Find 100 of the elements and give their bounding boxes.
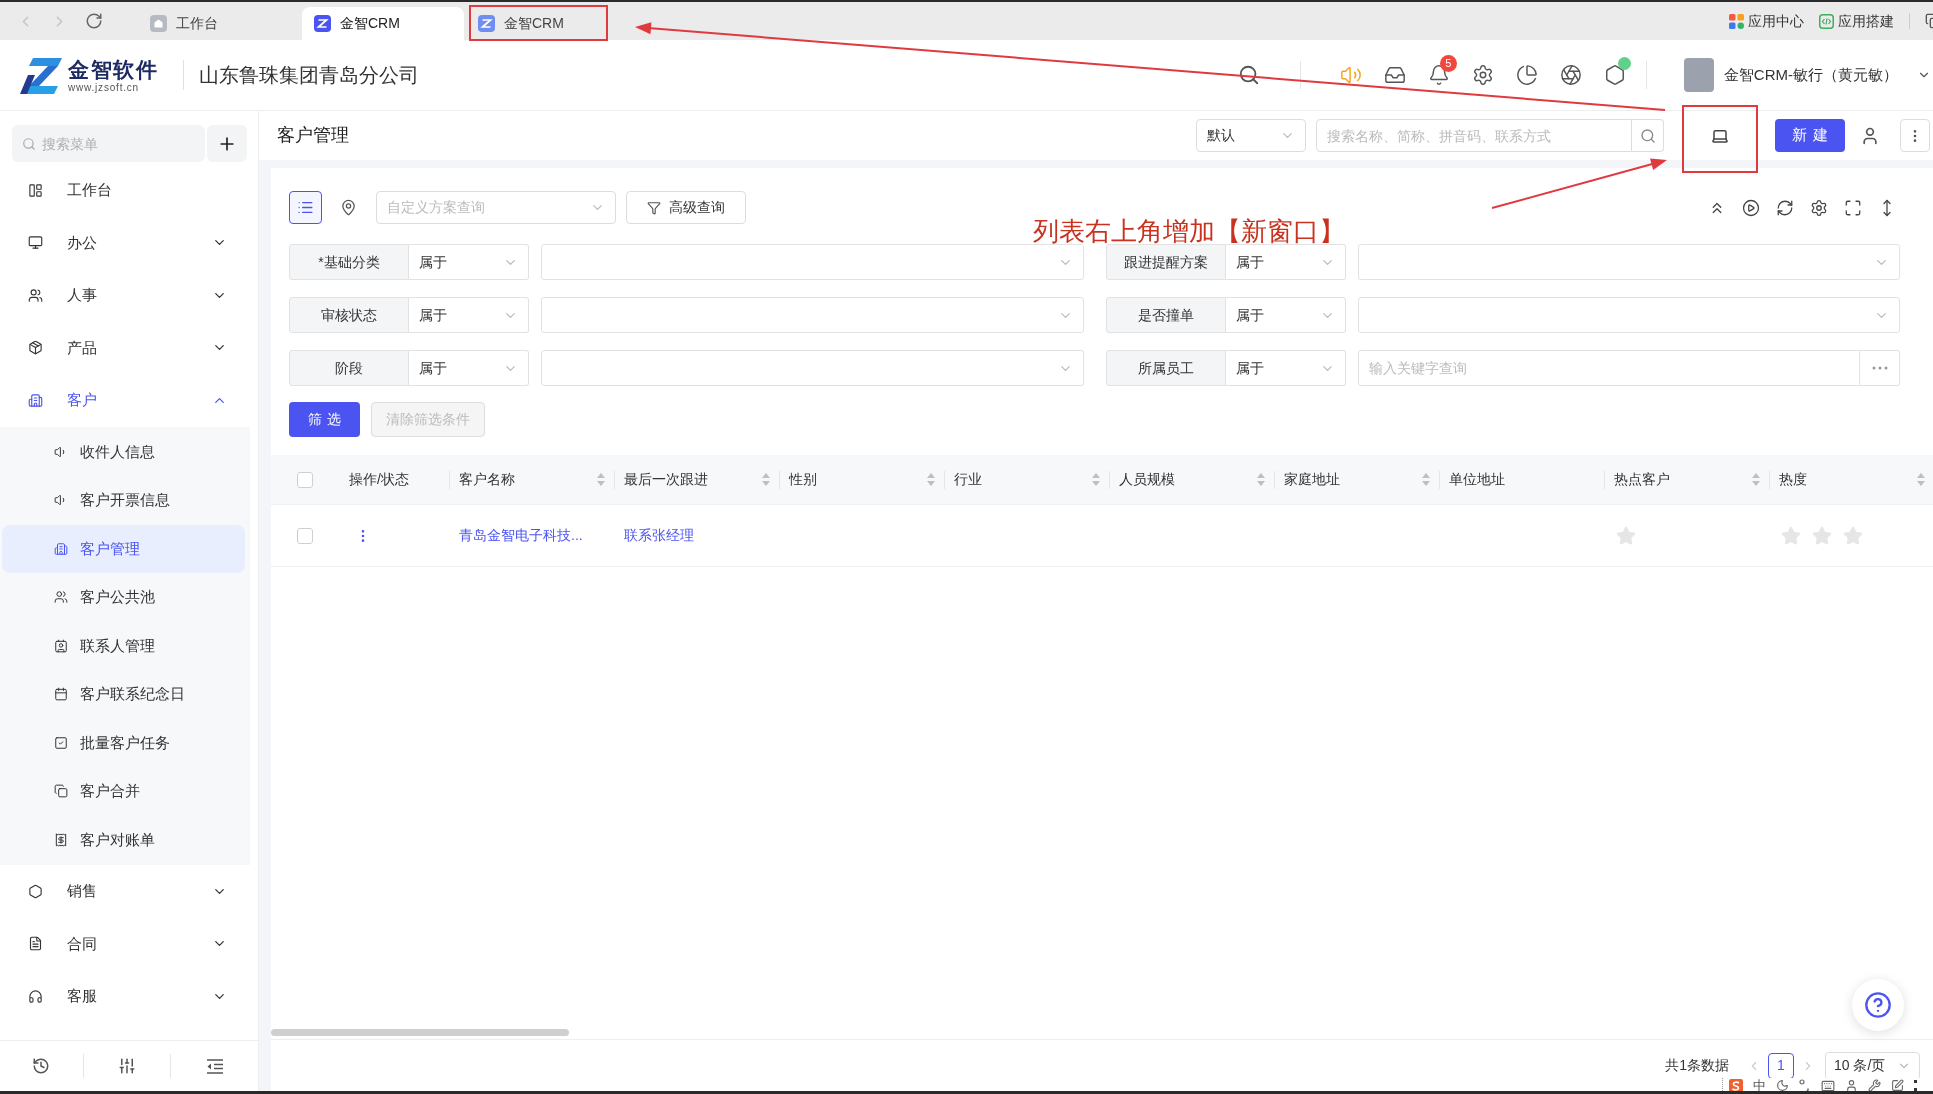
collapse-menu-icon[interactable] xyxy=(205,1058,224,1074)
reload-icon[interactable] xyxy=(85,12,103,30)
checkbox[interactable] xyxy=(297,527,313,544)
operator-select[interactable]: 属于 xyxy=(1225,350,1346,386)
operator-select[interactable]: 属于 xyxy=(409,350,529,386)
user-icon[interactable] xyxy=(1845,1079,1858,1091)
refresh-icon[interactable] xyxy=(1776,198,1794,217)
submenu-item[interactable]: 客户开票信息 xyxy=(2,476,245,525)
filter-label: 是否撞单 xyxy=(1105,297,1226,333)
grip-icon[interactable] xyxy=(1914,1080,1917,1091)
filter-label: *基础分类 xyxy=(289,244,409,280)
checkbox[interactable] xyxy=(297,471,313,488)
search-button[interactable] xyxy=(1632,119,1664,152)
column-header[interactable]: 性别 xyxy=(780,455,945,504)
filter-label: 阶段 xyxy=(289,350,409,386)
app-link[interactable]: 应用中心 xyxy=(1729,10,1804,32)
browser-tab[interactable]: 金智CRM xyxy=(466,7,628,40)
column-header[interactable]: 最后一次跟进 xyxy=(615,455,780,504)
user-name[interactable]: 金智CRM-敏行（黄元敏） xyxy=(1723,63,1898,87)
keyboard-icon[interactable] xyxy=(1821,1078,1835,1091)
settings-icon[interactable] xyxy=(1471,64,1494,86)
company-name: 山东鲁珠集团青岛分公司 xyxy=(199,63,419,88)
filter-icon xyxy=(647,200,661,215)
operator-select[interactable]: 属于 xyxy=(1225,244,1346,280)
customer-link[interactable]: 青岛金智电子科技... xyxy=(459,525,583,546)
advanced-search-button[interactable]: 高级查询 xyxy=(626,191,746,224)
column-header[interactable]: 行业 xyxy=(945,455,1110,504)
view-mode-button[interactable] xyxy=(289,191,322,224)
operator-select[interactable]: 属于 xyxy=(409,297,529,333)
logo-url: www.jzsoft.cn xyxy=(68,81,140,94)
speaker-icon[interactable] xyxy=(1339,64,1362,86)
star-icon[interactable] xyxy=(1616,525,1636,546)
app-logo-icon xyxy=(314,15,331,32)
list-icon xyxy=(297,199,314,216)
menu-item[interactable]: 工作台 xyxy=(0,164,258,217)
document-icon xyxy=(28,936,43,952)
help-icon xyxy=(1864,991,1892,1019)
hexagon-icon[interactable] xyxy=(1603,64,1626,86)
new-button[interactable]: 新建 xyxy=(1775,119,1845,152)
filter-label: 审核状态 xyxy=(289,297,409,333)
browser-tab[interactable]: 金智CRM xyxy=(302,7,464,40)
avatar-placeholder[interactable] xyxy=(1683,58,1714,92)
submenu-item[interactable]: 客户管理 xyxy=(2,524,245,573)
star-rating[interactable] xyxy=(1781,525,1863,546)
menu-item[interactable]: 客服 xyxy=(0,970,258,1023)
app-link[interactable]: 应用搭建 xyxy=(1819,10,1894,32)
filter-button[interactable]: 筛选 xyxy=(289,402,360,437)
submenu-item[interactable]: 收件人信息 xyxy=(2,427,245,476)
column-header[interactable]: 热点客户 xyxy=(1605,455,1770,504)
input-mode-label[interactable]: 中 xyxy=(1753,1078,1766,1091)
horizontal-scrollbar[interactable] xyxy=(271,1029,569,1036)
fullscreen-icon[interactable] xyxy=(1844,198,1862,217)
box-icon xyxy=(28,340,43,356)
app-grid-icon[interactable] xyxy=(1729,13,1744,29)
menu-item[interactable]: 客户 xyxy=(0,374,258,427)
wrench-icon[interactable] xyxy=(1868,1079,1881,1091)
play-icon[interactable] xyxy=(1742,198,1760,217)
logo-icon[interactable] xyxy=(1729,1078,1743,1091)
view-select[interactable]: 默认 xyxy=(1196,119,1306,152)
menu-search-field[interactable]: 搜索菜单 xyxy=(12,125,205,162)
menu-item[interactable]: 销售 xyxy=(0,865,258,918)
submenu-item[interactable]: 客户对账单 xyxy=(2,815,245,864)
browser-tab[interactable]: 工作台 xyxy=(138,7,300,40)
sliders-icon[interactable] xyxy=(118,1057,136,1075)
submenu-item[interactable]: 客户联系纪念日 xyxy=(2,670,245,719)
search-icon[interactable] xyxy=(1237,64,1260,86)
keyword-field[interactable]: 输入关键字查询 xyxy=(1357,350,1860,386)
user-icon[interactable] xyxy=(1860,125,1880,146)
map-pin-icon xyxy=(340,199,357,216)
follow-up-link[interactable]: 联系张经理 xyxy=(624,525,694,546)
history-icon[interactable] xyxy=(32,1057,51,1075)
moon-icon[interactable] xyxy=(1776,1079,1789,1091)
submenu-item[interactable]: 批量客户任务 xyxy=(2,718,245,767)
pie-chart-icon[interactable] xyxy=(1515,64,1538,86)
menu-item[interactable]: 人事 xyxy=(0,269,258,322)
hexagon-icon xyxy=(28,883,43,899)
edit-icon[interactable] xyxy=(1891,1079,1904,1091)
menu-item[interactable]: 产品 xyxy=(0,321,258,374)
star-icon[interactable] xyxy=(1781,525,1801,546)
submenu-item[interactable]: 客户公共池 xyxy=(2,573,245,622)
search-field[interactable]: 搜索名称、简称、拼音码、联系方式 xyxy=(1316,119,1632,152)
column-header[interactable]: 家庭地址 xyxy=(1275,455,1440,504)
aperture-icon[interactable] xyxy=(1559,64,1582,86)
submenu-item[interactable]: 客户合并 xyxy=(2,767,245,816)
star-icon[interactable] xyxy=(1843,525,1863,546)
inbox-icon[interactable] xyxy=(1383,64,1406,86)
settings-icon[interactable] xyxy=(1810,198,1828,217)
punctuation-icon[interactable] xyxy=(1799,1079,1811,1091)
column-header[interactable]: 热度 xyxy=(1770,455,1933,504)
logo-text: 金智软件 xyxy=(68,56,158,82)
column-header[interactable]: 人员规模 xyxy=(1110,455,1275,504)
menu-item[interactable]: 办公 xyxy=(0,216,258,269)
operator-select[interactable]: 属于 xyxy=(409,244,529,280)
add-button[interactable] xyxy=(207,125,247,162)
star-icon[interactable] xyxy=(1812,525,1832,546)
operator-select[interactable]: 属于 xyxy=(1225,297,1346,333)
column-header[interactable]: 客户名称 xyxy=(450,455,615,504)
app-logo-icon xyxy=(478,15,495,32)
submenu-item[interactable]: 联系人管理 xyxy=(2,621,245,670)
menu-item[interactable]: 合同 xyxy=(0,917,258,970)
